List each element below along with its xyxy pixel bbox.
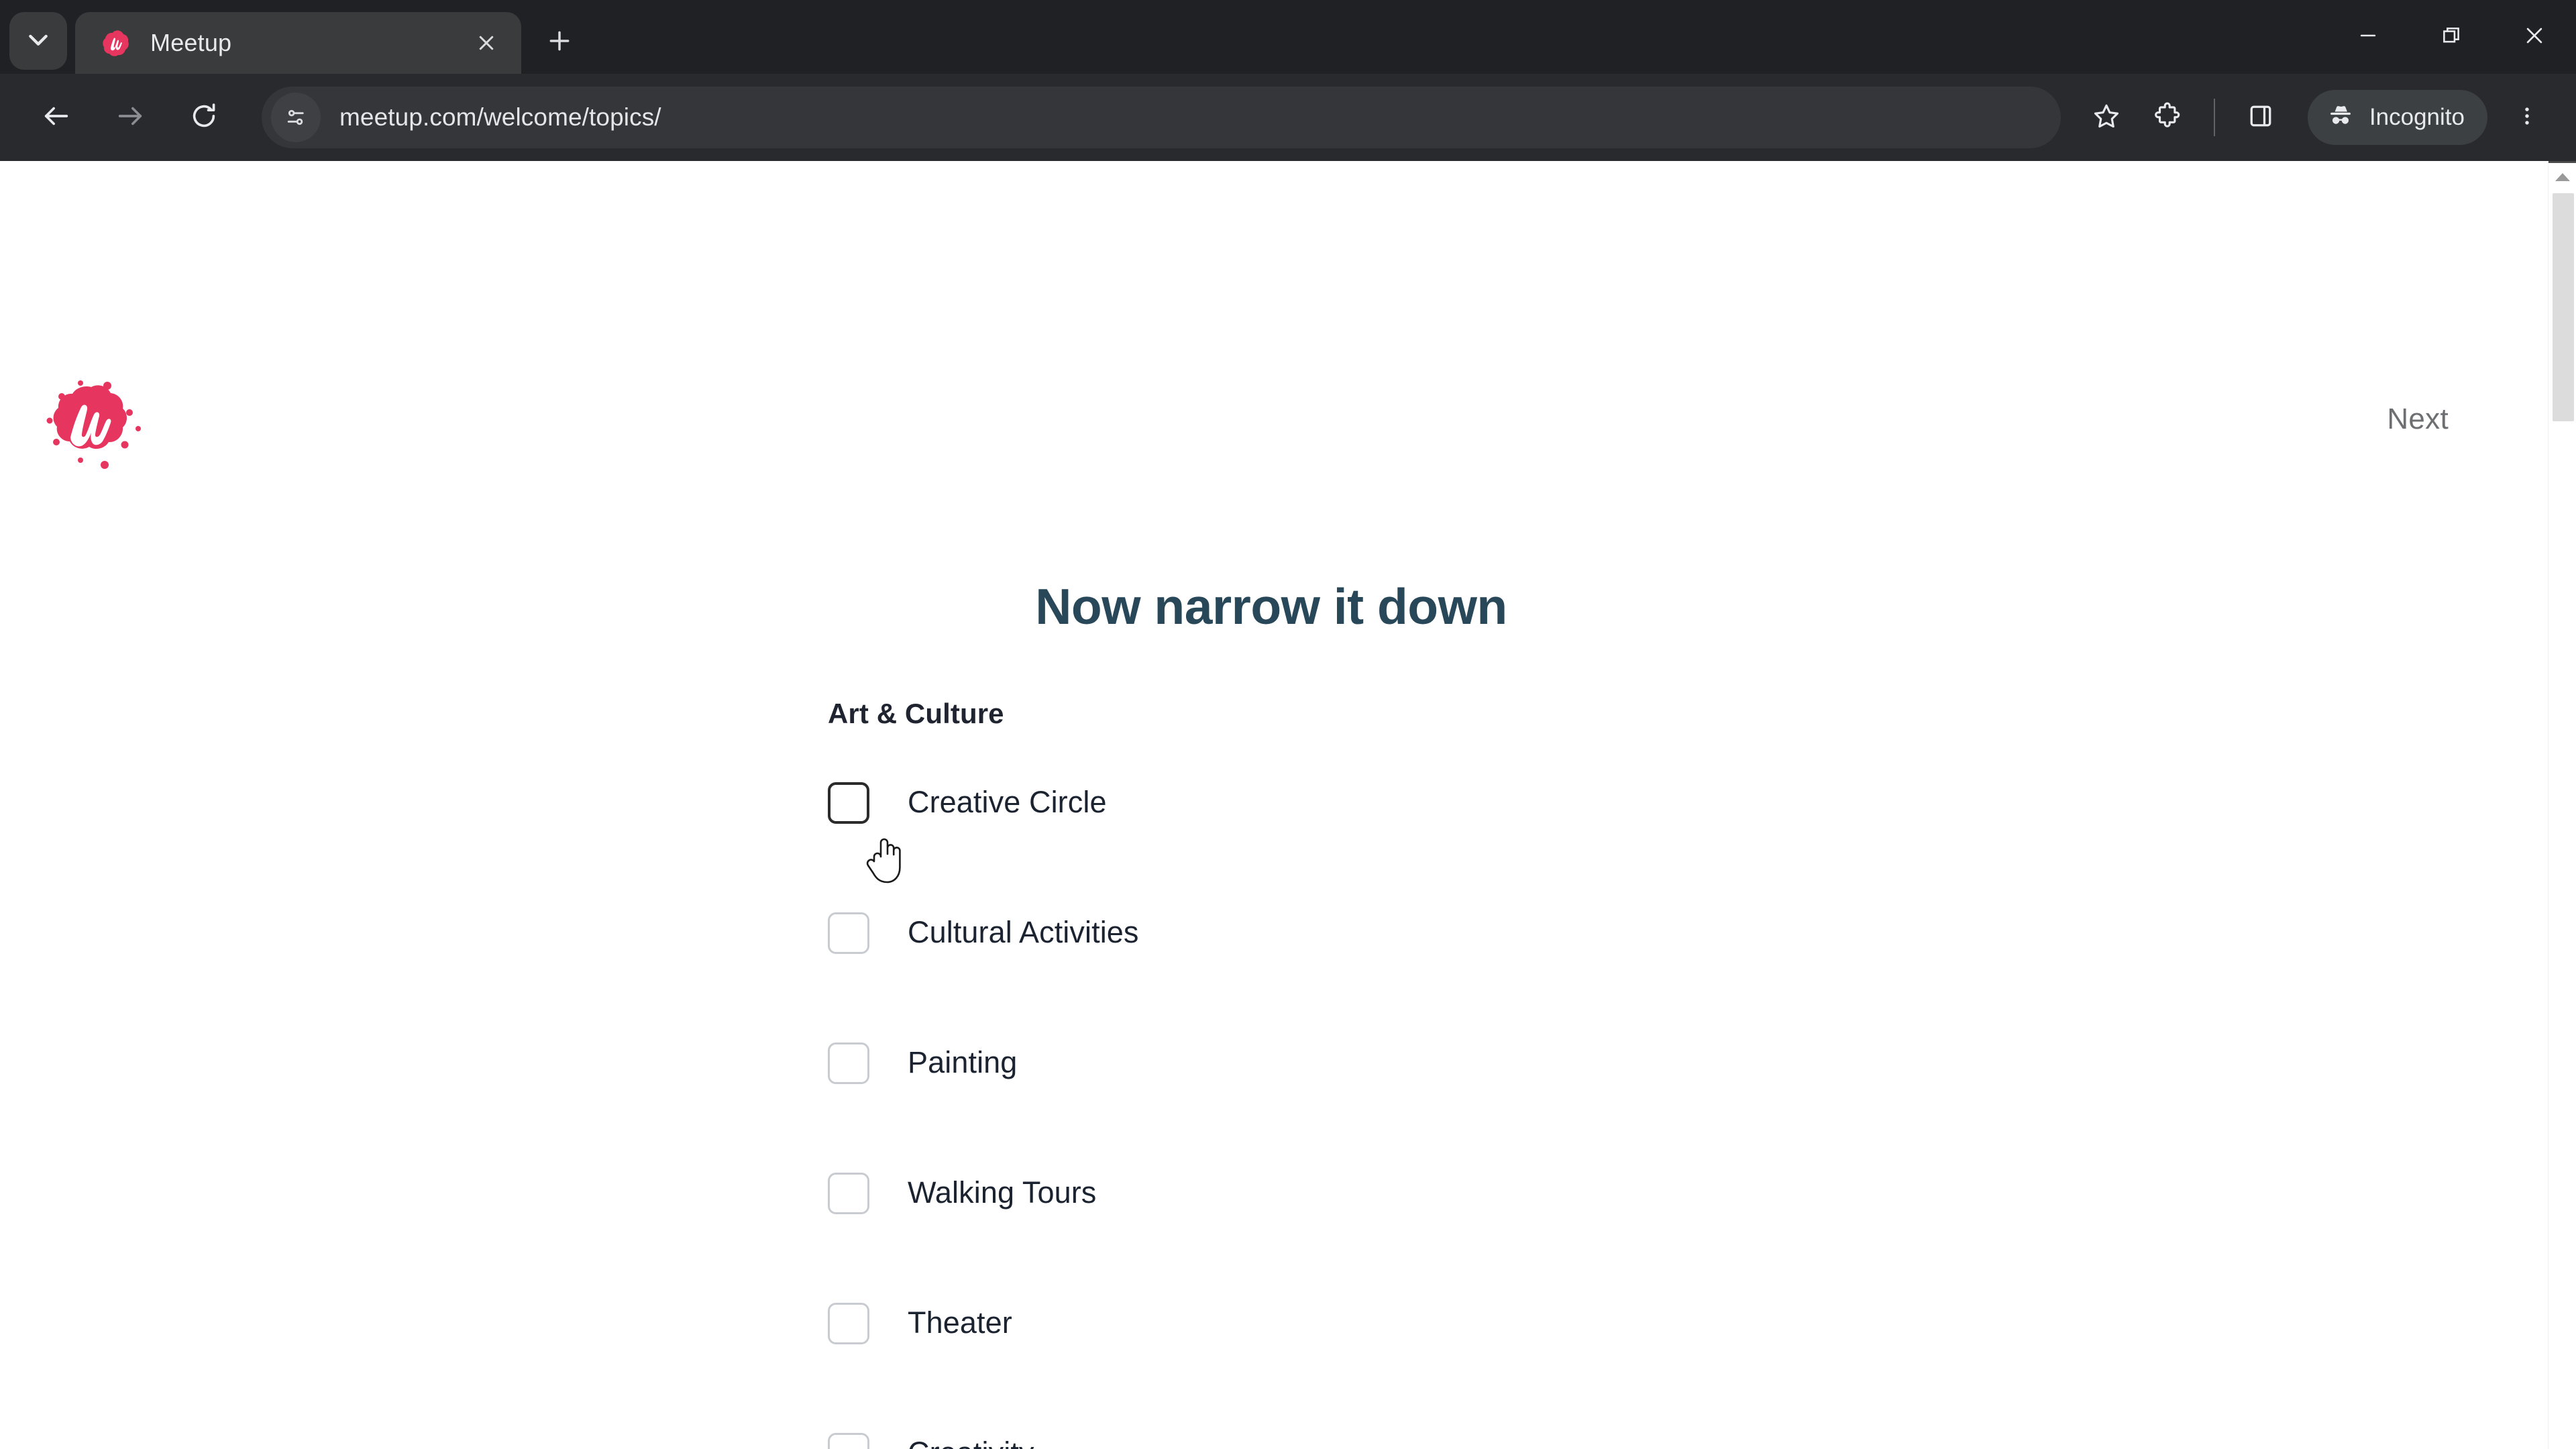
reload-icon	[189, 101, 219, 135]
chrome-menu-button[interactable]	[2498, 89, 2556, 146]
tune-icon[interactable]	[271, 93, 321, 142]
maximize-button[interactable]	[2410, 0, 2493, 74]
restore-icon	[2440, 24, 2463, 50]
chevron-down-icon	[25, 26, 52, 56]
meetup-logo-icon[interactable]	[40, 371, 142, 473]
checkbox[interactable]	[828, 912, 869, 954]
topic-option-creative-circle[interactable]: Creative Circle	[828, 780, 1901, 910]
browser-window: Meetup meetup.com/welcome/topics/ Incogn…	[0, 0, 2576, 1449]
checkbox[interactable]	[828, 1303, 869, 1344]
topic-option-label: Creative Circle	[908, 785, 1107, 819]
next-button[interactable]: Next	[2387, 402, 2449, 436]
three-dot-menu-icon	[2516, 105, 2538, 131]
tab-meetup[interactable]: Meetup	[75, 12, 521, 74]
bookmark-button[interactable]	[2076, 87, 2137, 148]
scrollbar-top-edge	[2548, 161, 2576, 163]
forward-button[interactable]	[98, 85, 162, 150]
tab-title: Meetup	[150, 29, 232, 56]
page-viewport: Next Now narrow it down Art & Culture Cr…	[0, 161, 2576, 1449]
topic-option-creativity[interactable]: Creativity	[828, 1431, 1901, 1449]
incognito-label: Incognito	[2369, 104, 2465, 130]
arrow-right-icon	[115, 101, 146, 135]
topic-option-label: Creativity	[908, 1431, 1034, 1449]
back-button[interactable]	[24, 85, 89, 150]
meetup-logo-icon	[101, 28, 130, 58]
close-window-button[interactable]	[2493, 0, 2576, 74]
window-controls	[2326, 0, 2576, 74]
side-panel-icon	[2246, 101, 2275, 134]
side-panel-button[interactable]	[2230, 87, 2292, 148]
topic-option-label: Walking Tours	[908, 1175, 1097, 1210]
topic-option-label: Theater	[908, 1305, 1012, 1340]
topic-option-cultural-activities[interactable]: Cultural Activities	[828, 910, 1901, 1040]
plus-icon	[547, 28, 572, 57]
extensions-button[interactable]	[2137, 87, 2199, 148]
puzzle-piece-icon	[2153, 101, 2183, 134]
url-text: meetup.com/welcome/topics/	[339, 103, 661, 131]
minimize-button[interactable]	[2326, 0, 2410, 74]
topic-option-painting[interactable]: Painting	[828, 1040, 1901, 1171]
topic-option-label: Cultural Activities	[908, 915, 1139, 949]
incognito-icon	[2325, 101, 2356, 135]
new-tab-button[interactable]	[536, 19, 583, 66]
meetup-topics-page: Next Now narrow it down Art & Culture Cr…	[0, 161, 2576, 1449]
reload-button[interactable]	[172, 85, 236, 150]
checkbox[interactable]	[828, 1433, 869, 1449]
address-bar[interactable]: meetup.com/welcome/topics/	[262, 87, 2061, 148]
topic-option-walking-tours[interactable]: Walking Tours	[828, 1171, 1901, 1301]
scroll-up-arrow-icon	[2554, 171, 2571, 186]
scroll-up-button[interactable]	[2548, 166, 2576, 191]
page-scrollbar[interactable]	[2548, 161, 2576, 1449]
topic-option-theater[interactable]: Theater	[828, 1301, 1901, 1431]
tab-strip: Meetup	[0, 0, 2576, 74]
section-title: Art & Culture	[828, 698, 1004, 729]
topic-option-label: Painting	[908, 1045, 1018, 1079]
star-icon	[2092, 101, 2121, 134]
topic-options-list: Creative Circle Cultural Activities Pain…	[828, 780, 1901, 1449]
scrollbar-thumb[interactable]	[2553, 193, 2574, 421]
checkbox[interactable]	[828, 1042, 869, 1084]
checkbox[interactable]	[828, 1173, 869, 1214]
arrow-left-icon	[41, 101, 72, 135]
tab-search-button[interactable]	[9, 12, 67, 70]
toolbar-divider	[2213, 99, 2215, 136]
browser-toolbar: meetup.com/welcome/topics/ Incognito	[0, 74, 2576, 161]
close-icon	[2523, 24, 2546, 50]
incognito-indicator[interactable]: Incognito	[2307, 90, 2487, 145]
minimize-icon	[2357, 24, 2379, 50]
checkbox[interactable]	[828, 782, 869, 824]
page-title: Now narrow it down	[1035, 578, 1507, 635]
close-icon[interactable]	[469, 25, 504, 60]
